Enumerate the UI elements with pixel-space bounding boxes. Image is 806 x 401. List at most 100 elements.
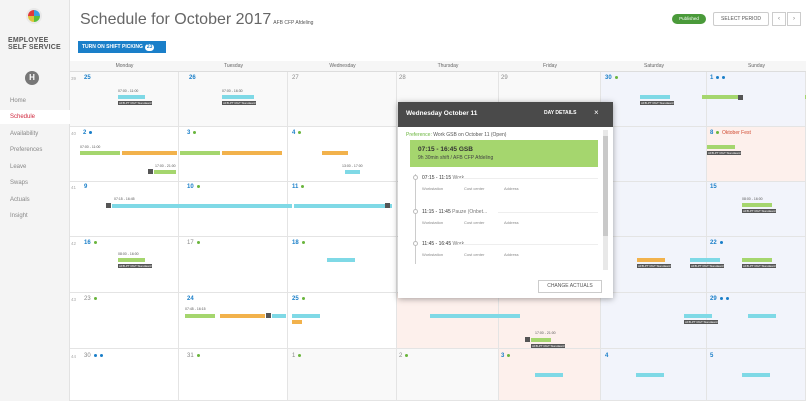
day-number: 1 bbox=[710, 75, 726, 81]
day-header-thursday: Thursday bbox=[397, 61, 499, 72]
nav-item-home[interactable]: Home bbox=[0, 94, 70, 108]
day-cell[interactable] bbox=[397, 349, 499, 401]
day-cell[interactable] bbox=[179, 182, 288, 237]
workstation-label: Workstation bbox=[422, 220, 444, 225]
avatar[interactable]: H bbox=[25, 71, 39, 85]
day-cell[interactable] bbox=[179, 293, 288, 349]
shift-time: 17:00 - 21:00 bbox=[535, 331, 556, 335]
shift-bar[interactable] bbox=[640, 95, 670, 99]
shift-bar[interactable] bbox=[535, 373, 563, 377]
day-number: 28 bbox=[399, 75, 406, 81]
day-number: 16 bbox=[84, 240, 97, 246]
nav-item-actuals[interactable]: Actuals bbox=[0, 193, 70, 207]
day-header-tuesday: Tuesday bbox=[179, 61, 288, 72]
edit-icon[interactable] bbox=[738, 95, 743, 100]
shift-bar[interactable] bbox=[112, 204, 292, 208]
shift-bar[interactable] bbox=[154, 170, 176, 174]
shift-bar[interactable] bbox=[220, 314, 265, 318]
day-number: 2 bbox=[83, 130, 93, 136]
address-label: Address bbox=[504, 220, 519, 225]
shift-bar[interactable] bbox=[292, 314, 320, 318]
shift-bar[interactable] bbox=[222, 151, 282, 155]
day-header-saturday: Saturday bbox=[601, 61, 707, 72]
shift-bar[interactable] bbox=[742, 203, 772, 207]
shift-bar[interactable] bbox=[684, 314, 712, 318]
cost-center-label: Cost center bbox=[464, 220, 485, 225]
scrollbar-thumb[interactable] bbox=[603, 136, 608, 236]
day-cell[interactable] bbox=[288, 349, 397, 401]
shift-bar[interactable] bbox=[430, 314, 520, 318]
shift-tag: AFB-PT RGT Standaard bbox=[640, 101, 675, 105]
shift-tag: AFB-PT RGT Standaard bbox=[637, 264, 672, 268]
day-details-button[interactable]: DAY DETAILS bbox=[544, 110, 576, 116]
shift-bar[interactable] bbox=[636, 373, 664, 377]
shift-picking-button[interactable]: TURN ON SHIFT PICKING 23 bbox=[78, 41, 166, 53]
shift-bar[interactable] bbox=[185, 314, 215, 318]
day-number: 9 bbox=[84, 184, 88, 190]
shift-bar[interactable] bbox=[180, 151, 220, 155]
shift-summary-time: 07:15 - 16:45 GSB bbox=[418, 146, 473, 153]
nav-item-preferences[interactable]: Preferences bbox=[0, 143, 70, 157]
shift-bar[interactable] bbox=[327, 258, 355, 262]
nav-item-leave[interactable]: Leave bbox=[0, 160, 70, 174]
shift-time: 13:00 - 17:00 bbox=[342, 164, 363, 168]
day-header-wednesday: Wednesday bbox=[288, 61, 397, 72]
shift-bar[interactable] bbox=[118, 258, 145, 262]
day-cell[interactable] bbox=[601, 127, 707, 182]
shift-bar[interactable] bbox=[292, 320, 302, 324]
edit-icon[interactable] bbox=[106, 203, 111, 208]
edit-icon[interactable] bbox=[385, 203, 390, 208]
shift-bar[interactable] bbox=[272, 314, 286, 318]
edit-icon[interactable] bbox=[266, 313, 271, 318]
day-cell[interactable] bbox=[288, 182, 397, 237]
preference-text: Work GSB on October 11 (Open) bbox=[433, 132, 507, 138]
shift-bar[interactable] bbox=[80, 151, 120, 155]
day-header-friday: Friday bbox=[499, 61, 601, 72]
nav-item-schedule[interactable]: Schedule bbox=[0, 110, 70, 124]
prev-period-button[interactable]: ‹ bbox=[772, 12, 786, 26]
shift-bar[interactable] bbox=[707, 145, 735, 149]
popup-title: Wednesday October 11 bbox=[406, 110, 478, 117]
shift-bar[interactable] bbox=[122, 151, 177, 155]
nav-item-insight[interactable]: Insight bbox=[0, 209, 70, 223]
edit-icon[interactable] bbox=[148, 169, 153, 174]
next-period-button[interactable]: › bbox=[787, 12, 801, 26]
timeline-line bbox=[415, 174, 416, 264]
week-number: 39 bbox=[71, 76, 77, 81]
shift-time: 07:45 - 16:15 bbox=[185, 307, 206, 311]
shift-bar[interactable] bbox=[531, 338, 551, 342]
shift-time: 07:00 - 16:30 bbox=[222, 89, 243, 93]
day-number: 25 bbox=[292, 296, 305, 302]
shift-bar[interactable] bbox=[748, 314, 776, 318]
day-number: 8 bbox=[710, 130, 720, 136]
shift-bar[interactable] bbox=[118, 95, 145, 99]
day-cell[interactable] bbox=[70, 182, 179, 237]
shift-bar[interactable] bbox=[222, 95, 254, 99]
change-actuals-button[interactable]: CHANGE ACTUALS bbox=[538, 280, 602, 293]
day-number: 22 bbox=[710, 240, 723, 246]
shift-bar[interactable] bbox=[702, 95, 742, 99]
edit-icon[interactable] bbox=[525, 337, 530, 342]
shift-bar[interactable] bbox=[690, 258, 720, 262]
close-icon[interactable]: × bbox=[594, 108, 599, 117]
nav-item-swaps[interactable]: Swaps bbox=[0, 176, 70, 190]
select-period-button[interactable]: SELECT PERIOD bbox=[713, 12, 769, 26]
shift-summary[interactable]: 07:15 - 16:45 GSB 9h 30min shift / AFB C… bbox=[410, 140, 598, 167]
shift-bar[interactable] bbox=[742, 258, 772, 262]
address-label: Address bbox=[504, 186, 519, 191]
day-cell[interactable] bbox=[288, 72, 397, 127]
day-number: 5 bbox=[710, 353, 714, 359]
day-cell[interactable] bbox=[397, 293, 499, 349]
shift-time: 07:15 - 16:45 bbox=[114, 197, 135, 201]
shift-bar[interactable] bbox=[637, 258, 665, 262]
shift-bar[interactable] bbox=[322, 151, 348, 155]
popup-scrollbar[interactable] bbox=[603, 130, 608, 270]
shift-tag: AFB-PT RGT Standaard bbox=[684, 320, 719, 324]
shift-bar[interactable] bbox=[742, 373, 770, 377]
shift-bar[interactable] bbox=[294, 204, 392, 208]
shift-time: 07:00 - 11:00 bbox=[80, 145, 101, 149]
nav-item-availability[interactable]: Availability bbox=[0, 127, 70, 141]
shift-bar[interactable] bbox=[345, 170, 360, 174]
day-number: 24 bbox=[187, 296, 194, 302]
day-cell[interactable] bbox=[601, 182, 707, 237]
